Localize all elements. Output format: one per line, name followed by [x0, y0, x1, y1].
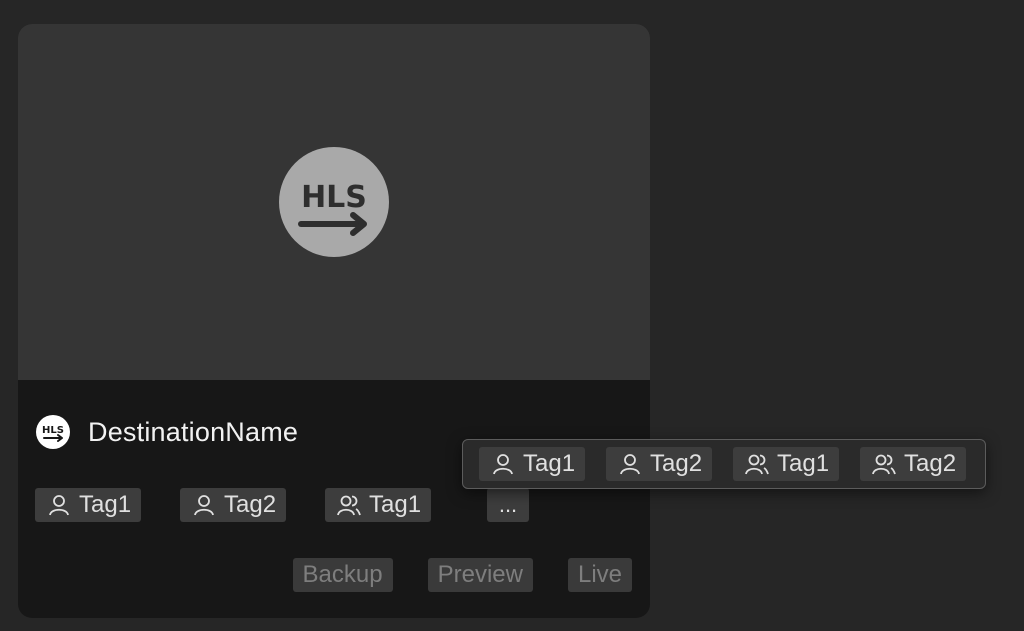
popover-tag-item[interactable]: Tag1	[479, 447, 586, 481]
hls-small-text: HLS	[42, 425, 64, 436]
user-icon	[491, 452, 515, 476]
preview-button[interactable]: Preview	[427, 558, 533, 592]
card-info: HLS DestinationName Tag1 Tag2 Tag1 ... B…	[18, 380, 650, 618]
hls-logo-icon: HLS	[279, 147, 389, 257]
action-bar: Backup Preview Live	[292, 558, 632, 592]
popover-tag-item[interactable]: Tag1	[733, 447, 840, 481]
users-icon	[745, 452, 769, 476]
destination-name: DestinationName	[88, 416, 299, 447]
users-icon	[872, 452, 896, 476]
tag-label: Tag1	[777, 450, 830, 477]
tag-label: Tag2	[650, 450, 703, 477]
user-icon	[618, 452, 642, 476]
tag-label: Tag2	[224, 491, 277, 518]
tag-label: Tag1	[523, 450, 576, 477]
user-icon	[47, 493, 71, 517]
tags-popover: Tag1 Tag2 Tag1 Tag2	[462, 439, 986, 489]
tag-label: Tag2	[904, 450, 957, 477]
destination-card[interactable]: HLS HLS DestinationName Tag1 Tag2 Tag1 .…	[18, 24, 650, 618]
tag-item[interactable]: Tag1	[325, 488, 432, 522]
popover-tag-item[interactable]: Tag2	[606, 447, 713, 481]
users-icon	[337, 493, 361, 517]
tag-label: Tag1	[369, 491, 422, 518]
popover-tag-item[interactable]: Tag2	[860, 447, 967, 481]
destination-thumbnail: HLS	[18, 24, 650, 380]
live-button[interactable]: Live	[567, 558, 632, 592]
destination-header: HLS DestinationName	[36, 414, 298, 450]
user-icon	[192, 493, 216, 517]
backup-button[interactable]: Backup	[292, 558, 393, 592]
tag-item[interactable]: Tag1	[35, 488, 142, 522]
more-tags-button[interactable]: ...	[487, 488, 529, 522]
tag-label: Tag1	[79, 491, 132, 518]
hls-logo-text: HLS	[301, 180, 367, 215]
tag-item[interactable]: Tag2	[180, 488, 287, 522]
hls-small-icon: HLS	[36, 415, 70, 449]
